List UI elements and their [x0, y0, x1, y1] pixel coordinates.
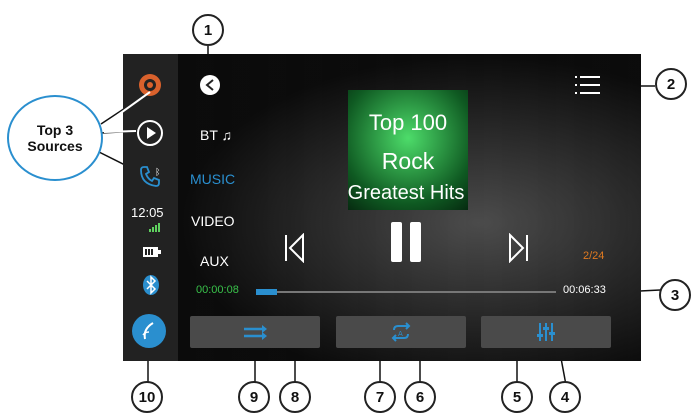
callout-9: 9: [238, 381, 270, 413]
callout-8: 8: [279, 381, 311, 413]
callout-4: 4: [549, 381, 581, 413]
callout-10: 10: [131, 381, 163, 413]
callout-3: 3: [659, 279, 691, 311]
callout-7: 7: [364, 381, 396, 413]
callout-1: 1: [192, 14, 224, 46]
source-arrows: [103, 91, 151, 133]
callout-5: 5: [501, 381, 533, 413]
top-sources-line2: Sources: [27, 138, 83, 154]
top-sources-callout: Top 3 Sources: [7, 95, 103, 181]
callout-6: 6: [404, 381, 436, 413]
callout-2: 2: [655, 68, 687, 100]
top-sources-line1: Top 3: [36, 122, 74, 138]
